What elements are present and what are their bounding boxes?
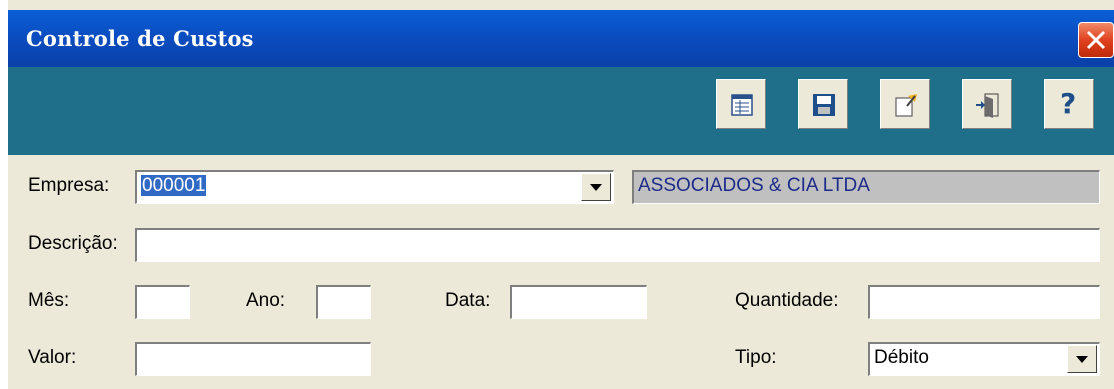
empresa-combobox[interactable]: 000001	[135, 170, 614, 204]
close-icon	[1086, 30, 1106, 50]
ano-label: Ano:	[246, 290, 286, 311]
tipo-dropdown-button[interactable]	[1067, 345, 1097, 373]
tipo-label: Tipo:	[735, 347, 777, 368]
empresa-label: Empresa:	[28, 175, 110, 196]
valor-field[interactable]	[135, 342, 371, 376]
edit-button[interactable]	[880, 79, 930, 129]
close-button[interactable]	[1078, 22, 1114, 58]
help-button[interactable]: ?	[1044, 79, 1094, 129]
descricao-field[interactable]	[135, 228, 1100, 262]
data-label: Data:	[445, 290, 491, 311]
data-field[interactable]	[510, 285, 647, 319]
left-edge	[0, 0, 8, 389]
tipo-value: Débito	[874, 347, 929, 368]
empresa-name: ASSOCIADOS & CIA LTDA	[638, 175, 870, 196]
empresa-dropdown-button[interactable]	[581, 173, 611, 201]
window-title: Controle de Custos	[26, 26, 254, 51]
chevron-down-icon	[590, 184, 602, 191]
list-icon	[731, 94, 753, 116]
edit-icon	[895, 94, 917, 117]
empresa-name-display: ASSOCIADOS & CIA LTDA	[632, 170, 1100, 204]
exit-button[interactable]	[962, 79, 1012, 129]
save-icon	[813, 94, 835, 116]
exit-icon	[976, 93, 999, 118]
ano-field[interactable]	[316, 285, 371, 319]
help-icon: ?	[1060, 87, 1077, 120]
chevron-down-icon	[1076, 356, 1088, 363]
save-button[interactable]	[798, 79, 848, 129]
toolbar: ?	[8, 67, 1114, 155]
list-button[interactable]	[716, 79, 766, 129]
quantidade-label: Quantidade:	[735, 290, 839, 311]
valor-label: Valor:	[28, 347, 77, 368]
empresa-value: 000001	[141, 175, 207, 196]
mes-label: Mês:	[28, 290, 70, 311]
mes-field[interactable]	[135, 285, 190, 319]
tipo-combobox[interactable]: Débito	[868, 342, 1100, 376]
quantidade-field[interactable]	[868, 285, 1100, 319]
descricao-label: Descrição:	[28, 233, 118, 254]
title-bar: Controle de Custos	[8, 10, 1114, 67]
